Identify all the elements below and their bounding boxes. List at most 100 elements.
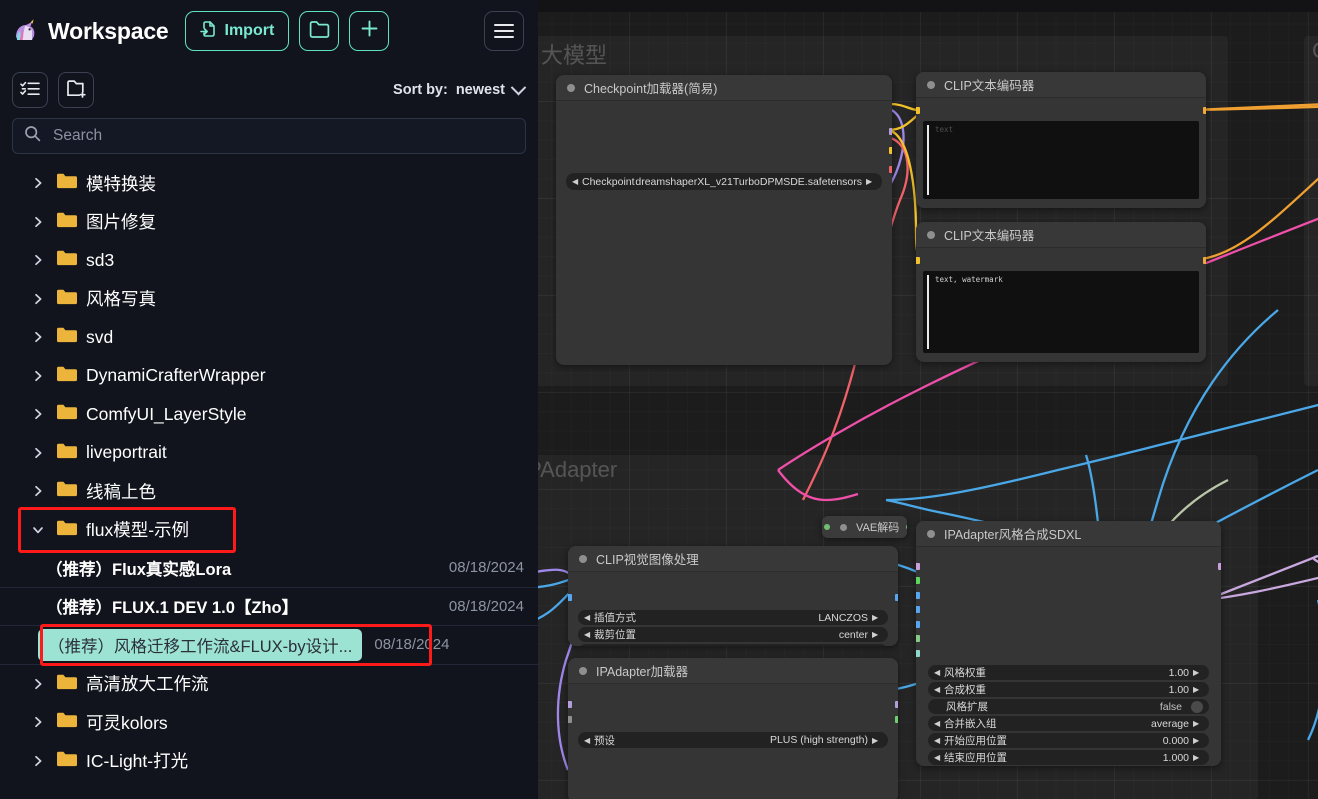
- widget-right-arrow-icon[interactable]: ▶: [872, 630, 882, 639]
- node-output-port-vae[interactable]: [888, 166, 892, 173]
- widget-right-arrow-icon[interactable]: ▶: [872, 736, 882, 745]
- node-clip-text-encode-negative[interactable]: CLIP文本编码器 text, watermark: [916, 222, 1206, 362]
- node-title-bar[interactable]: CLIP文本编码器: [916, 222, 1206, 248]
- node-output-port-conditioning[interactable]: [1202, 257, 1206, 264]
- node-input-port-optional[interactable]: [568, 716, 572, 723]
- widget-left-arrow-icon[interactable]: ◀: [934, 719, 944, 728]
- node-input-port-clip[interactable]: [916, 257, 920, 264]
- node-input-port-clip[interactable]: [916, 107, 920, 114]
- comfyui-canvas[interactable]: 大模型 IPAdapter C: [538, 0, 1318, 799]
- node-input-port-ipadapter[interactable]: [916, 577, 920, 584]
- node-collapse-dot[interactable]: [579, 666, 587, 675]
- node-input-port-samples[interactable]: [824, 524, 830, 530]
- widget-composition-weight[interactable]: ◀ 合成权重 1.00 ▶: [928, 682, 1209, 697]
- widget-end-at[interactable]: ◀ 结束应用位置 1.000 ▶: [928, 750, 1209, 765]
- node-title-bar[interactable]: CLIP文本编码器: [916, 72, 1206, 98]
- widget-right-arrow-icon[interactable]: ▶: [866, 177, 876, 186]
- chevron-right-icon[interactable]: [30, 369, 46, 383]
- search-input[interactable]: [51, 126, 514, 146]
- node-vae-decode[interactable]: VAE解码: [822, 516, 907, 538]
- widget-left-arrow-icon[interactable]: ◀: [934, 685, 944, 694]
- chevron-right-icon[interactable]: [30, 446, 46, 460]
- chevron-right-icon[interactable]: [30, 715, 46, 729]
- sidebar-menu-button[interactable]: [484, 11, 524, 51]
- widget-expand-style[interactable]: 风格扩展 false: [928, 699, 1209, 714]
- widget-left-arrow-icon[interactable]: ◀: [572, 177, 582, 186]
- node-title-bar[interactable]: IPAdapter风格合成SDXL: [916, 521, 1221, 547]
- widget-right-arrow-icon[interactable]: ▶: [1193, 685, 1203, 694]
- toggle-knob[interactable]: [1191, 700, 1203, 713]
- sidebar-folder-row[interactable]: svd: [0, 318, 538, 357]
- new-folder-button[interactable]: [299, 11, 340, 51]
- add-workflow-button[interactable]: [349, 11, 390, 51]
- node-input-port-image-composition[interactable]: [916, 606, 920, 613]
- workflow-list-item[interactable]: （推荐）风格迁移工作流&FLUX-by设计... 08/18/2024: [0, 626, 538, 665]
- node-group-c[interactable]: C: [1304, 36, 1318, 386]
- widget-left-arrow-icon[interactable]: ◀: [934, 736, 944, 745]
- node-title-bar[interactable]: IPAdapter加载器: [568, 658, 898, 684]
- node-input-port-image-negative[interactable]: [916, 621, 920, 628]
- import-button[interactable]: Import: [184, 11, 290, 51]
- chevron-right-icon[interactable]: [30, 330, 46, 344]
- node-output-port-model[interactable]: [1217, 563, 1221, 570]
- node-output-port-ipadapter[interactable]: [894, 716, 898, 723]
- node-collapse-dot[interactable]: [840, 523, 847, 531]
- widget-start-at[interactable]: ◀ 开始应用位置 0.000 ▶: [928, 733, 1209, 748]
- sidebar-folder-row[interactable]: sd3: [0, 241, 538, 280]
- sidebar-folder-row[interactable]: DynamiCrafterWrapper: [0, 357, 538, 396]
- node-input-port-image[interactable]: [568, 594, 572, 601]
- sort-by-control[interactable]: Sort by: newest: [393, 79, 527, 98]
- checklist-button[interactable]: [12, 72, 48, 108]
- node-collapse-dot[interactable]: [567, 83, 575, 92]
- widget-checkpoint-name[interactable]: ◀ Checkpoint名称 dreamshaperXL_v21TurboDPM…: [566, 173, 882, 190]
- chevron-right-icon[interactable]: [30, 292, 46, 306]
- search-box[interactable]: [12, 118, 526, 154]
- sidebar-folder-row[interactable]: ComfyUI_LayerStyle: [0, 395, 538, 434]
- node-collapse-dot[interactable]: [927, 230, 935, 239]
- node-input-port-model[interactable]: [916, 563, 920, 570]
- node-output-port-image[interactable]: [906, 524, 907, 530]
- chevron-right-icon[interactable]: [30, 253, 46, 267]
- sidebar-folder-row[interactable]: flux模型-示例: [0, 511, 538, 550]
- node-input-port-model[interactable]: [568, 701, 572, 708]
- node-input-port-image-style[interactable]: [916, 592, 920, 599]
- widget-right-arrow-icon[interactable]: ▶: [872, 613, 882, 622]
- node-output-port-conditioning[interactable]: [1202, 107, 1206, 114]
- node-ipadapter-loader[interactable]: IPAdapter加载器 ◀ 预设 PLUS (high strength) ▶: [568, 658, 898, 799]
- widget-left-arrow-icon[interactable]: ◀: [934, 753, 944, 762]
- node-title-bar[interactable]: Checkpoint加载器(简易): [556, 75, 892, 101]
- widget-prompt-textarea[interactable]: text: [923, 121, 1199, 199]
- widget-sharpen[interactable]: ◀ 锐化 0.00 ▶: [578, 644, 888, 646]
- node-checkpoint-loader[interactable]: Checkpoint加载器(简易) ◀ Checkpoint名称 dreamsh…: [556, 75, 892, 365]
- widget-style-weight[interactable]: ◀ 风格权重 1.00 ▶: [928, 665, 1209, 680]
- sidebar-folder-row[interactable]: liveportrait: [0, 434, 538, 473]
- node-title-bar[interactable]: VAE解码: [822, 516, 907, 538]
- widget-interpolation[interactable]: ◀ 插值方式 LANCZOS ▶: [578, 610, 888, 625]
- node-input-port-attn-mask[interactable]: [916, 635, 920, 642]
- widget-crop-position[interactable]: ◀ 裁剪位置 center ▶: [578, 627, 888, 642]
- node-output-port-model[interactable]: [888, 128, 892, 135]
- node-ipadapter-style-composition-sdxl[interactable]: IPAdapter风格合成SDXL ◀ 风格权重 1.00 ▶ ◀ 合成权重 1…: [916, 521, 1221, 766]
- node-collapse-dot[interactable]: [579, 554, 587, 563]
- widget-right-arrow-icon[interactable]: ▶: [1193, 753, 1203, 762]
- chevron-right-icon[interactable]: [30, 176, 46, 190]
- sidebar-folder-row[interactable]: 模特换装: [0, 170, 538, 203]
- widget-left-arrow-icon[interactable]: ◀: [934, 668, 944, 677]
- node-title-bar[interactable]: CLIP视觉图像处理: [568, 546, 898, 572]
- widget-preset[interactable]: ◀ 预设 PLUS (high strength) ▶: [578, 732, 888, 748]
- create-folder-button[interactable]: [58, 72, 94, 108]
- node-collapse-dot[interactable]: [927, 80, 935, 89]
- widget-left-arrow-icon[interactable]: ◀: [584, 613, 594, 622]
- widget-prompt-textarea[interactable]: text, watermark: [923, 271, 1199, 353]
- sidebar-folder-row[interactable]: 线稿上色: [0, 472, 538, 511]
- sidebar-folder-row[interactable]: 风格写真: [0, 280, 538, 319]
- sidebar-folder-row[interactable]: 图片修复: [0, 203, 538, 242]
- sidebar-folder-row[interactable]: IC-Light-打光: [0, 742, 538, 781]
- node-clip-vision-image-process[interactable]: CLIP视觉图像处理 ◀ 插值方式 LANCZOS ▶ ◀ 裁剪位置 cente…: [568, 546, 898, 646]
- sidebar-folder-row[interactable]: 高清放大工作流: [0, 665, 538, 704]
- node-input-port-clip-vision[interactable]: [916, 650, 920, 657]
- node-output-port-image[interactable]: [894, 594, 898, 601]
- sidebar-folder-row[interactable]: 可灵kolors: [0, 703, 538, 742]
- workflow-list-item[interactable]: （推荐）FLUX.1 DEV 1.0【Zho】 08/18/2024: [0, 588, 538, 626]
- widget-combine-embeds[interactable]: ◀ 合并嵌入组 average ▶: [928, 716, 1209, 731]
